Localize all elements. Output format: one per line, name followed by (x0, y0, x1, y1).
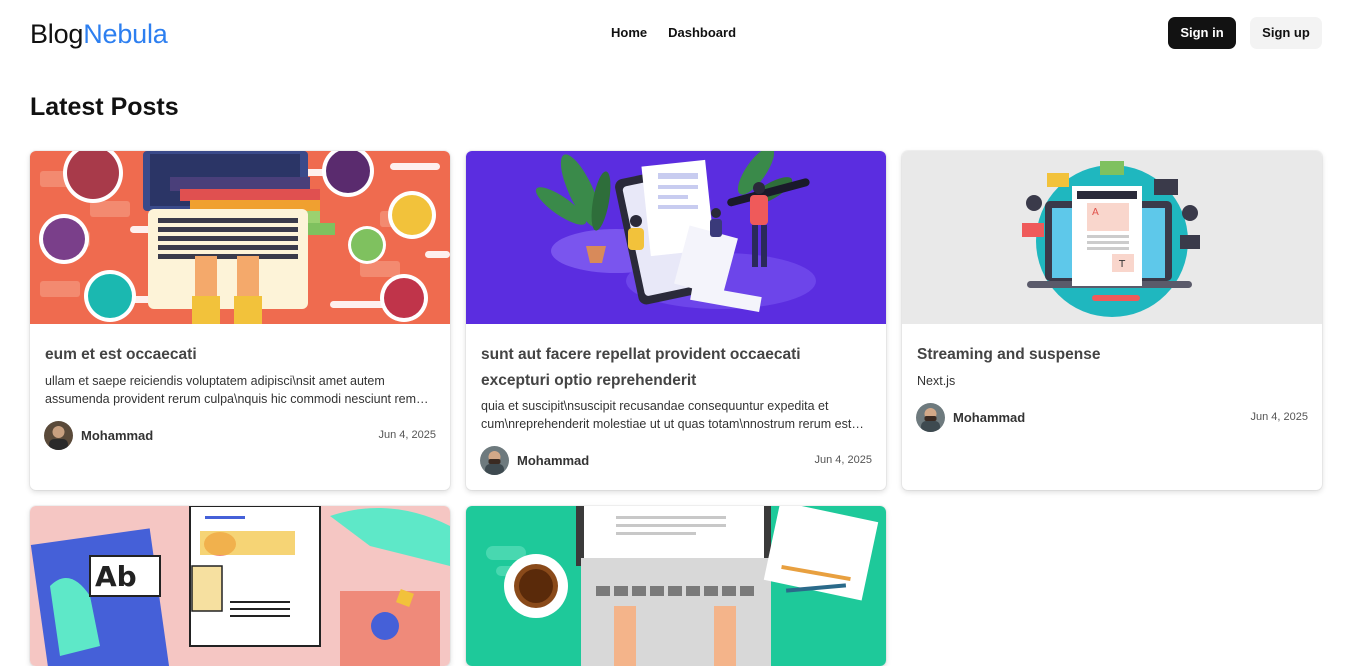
nav-dashboard-link[interactable]: Dashboard (668, 25, 736, 41)
post-card[interactable]: eum et est occaecati ullam et saepe reic… (30, 151, 450, 490)
avatar (916, 403, 945, 432)
site-header: BlogNebula Home Dashboard Sign in Sign u… (0, 0, 1350, 68)
author-name: Mohammad (81, 428, 154, 443)
post-thumbnail: Ab (30, 506, 450, 666)
post-thumbnail (466, 151, 886, 324)
post-thumbnail (30, 151, 450, 324)
avatar (480, 446, 509, 475)
post-author: Mohammad (916, 403, 1025, 432)
nav-home-link[interactable]: Home (611, 25, 647, 41)
post-date: Jun 4, 2025 (378, 429, 437, 441)
sign-in-button[interactable]: Sign in (1168, 17, 1236, 49)
post-description: Next.js (917, 374, 956, 388)
post-card[interactable]: Ab (30, 506, 450, 666)
author-name: Mohammad (517, 453, 590, 468)
post-author: Mohammad (480, 446, 589, 475)
sign-up-button[interactable]: Sign up (1250, 17, 1322, 49)
post-date: Jun 4, 2025 (1250, 411, 1309, 423)
avatar (44, 421, 73, 450)
post-date: Jun 4, 2025 (814, 454, 873, 466)
author-name: Mohammad (953, 410, 1026, 425)
post-author: Mohammad (44, 421, 153, 450)
post-card[interactable] (466, 506, 886, 666)
post-title[interactable]: Streaming and suspense (917, 342, 1309, 368)
svg-text:Ab: Ab (95, 560, 137, 593)
post-description: quia et suscipit\nsuscipit recusandae co… (481, 399, 852, 431)
logo-text-nebula: Nebula (83, 19, 168, 49)
post-thumbnail (466, 506, 886, 666)
main-nav: Home Dashboard (611, 25, 736, 41)
post-thumbnail: A T (902, 151, 1322, 324)
site-logo[interactable]: BlogNebula (30, 18, 168, 50)
post-card[interactable]: A T Streaming and suspense Next.js Moham… (902, 151, 1322, 490)
svg-text:A: A (1092, 207, 1099, 218)
post-title[interactable]: sunt aut facere repellat provident occae… (481, 342, 873, 394)
post-title[interactable]: eum et est occaecati (45, 342, 437, 368)
post-card[interactable]: sunt aut facere repellat provident occae… (466, 151, 886, 490)
logo-text-blog: Blog (30, 19, 84, 49)
post-description: ullam et saepe reiciendis voluptatem adi… (45, 374, 417, 406)
svg-text:T: T (1118, 259, 1126, 270)
page-title: Latest Posts (30, 93, 179, 121)
